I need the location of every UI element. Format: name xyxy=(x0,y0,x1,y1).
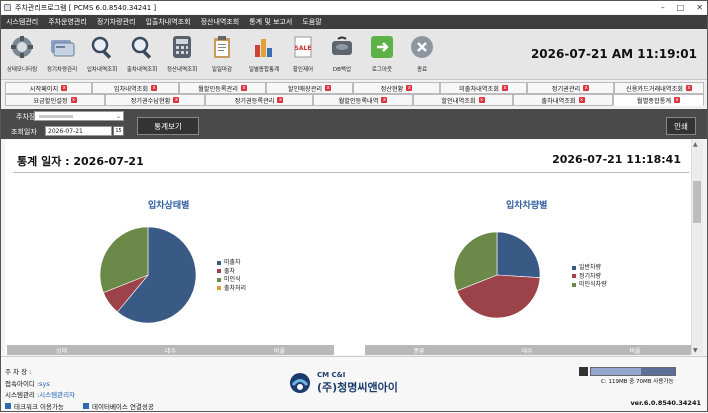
footer-user: 접속아이디 :sys xyxy=(5,380,50,388)
network-icon xyxy=(5,403,11,409)
legend-label: 미인식 xyxy=(224,276,241,283)
col-header: 상태 xyxy=(55,347,68,355)
legend-entry-status: 미출차 출차 미인식 출차처리 xyxy=(217,259,246,293)
legend-item: 출차처리 xyxy=(217,285,246,294)
legend-swatch xyxy=(217,260,221,265)
legend-label: 미인식차량 xyxy=(579,281,607,288)
legend-item: 정기차량 xyxy=(572,273,607,282)
legend-label: 출차 xyxy=(224,267,236,275)
col-header: 비율 xyxy=(273,347,286,355)
logo-icon xyxy=(290,373,310,393)
legend-label: 미출차 xyxy=(224,259,241,266)
disk-usage-fill xyxy=(591,368,641,375)
app-window: 주차관리프로그램 [ PCMS 6.0.8540.34241 ] – □ ✕ 시… xyxy=(0,0,708,412)
disk-usage-bar xyxy=(590,367,676,376)
legend-swatch xyxy=(217,277,221,282)
logo-company-name: (주)청명씨앤아이 xyxy=(317,381,398,394)
db-status: 데이터베이스 연결성공 xyxy=(83,401,154,411)
legend-item: 출차 xyxy=(217,268,246,277)
scroll-thumb[interactable] xyxy=(693,181,701,223)
legend-label: 출차처리 xyxy=(224,284,247,292)
disk-icon xyxy=(579,367,588,376)
legend-item: 미인식 xyxy=(217,276,246,285)
network-status: 테크워크 이용가능 xyxy=(5,401,64,411)
legend-swatch xyxy=(217,269,221,273)
legend-item: 일반차량 xyxy=(572,264,607,273)
version-label: ver.6.0.8540.34241 xyxy=(630,399,701,407)
table-header-entry-status: 상태 대수 비율 xyxy=(7,345,334,355)
legend-entry-vehicle: 일반차량 정기차량 미인식차량 xyxy=(572,264,607,290)
scroll-down-icon[interactable]: ▼ xyxy=(693,347,698,354)
legend-swatch xyxy=(572,274,576,278)
scrollbar[interactable] xyxy=(691,140,703,355)
pie-slice-일반차량 xyxy=(496,231,541,279)
legend-label: 일반차량 xyxy=(579,264,602,271)
legend-label: 정기차량 xyxy=(579,272,602,280)
col-header: 비율 xyxy=(629,347,641,355)
legend-swatch xyxy=(217,286,221,290)
col-header: 대수 xyxy=(164,347,177,355)
footer-parking: 주 차 장 : xyxy=(5,368,32,376)
company-logo: CM C&I (주)청명씨앤아이 xyxy=(289,371,398,395)
col-header: 종류 xyxy=(413,347,425,355)
legend-swatch xyxy=(572,282,576,287)
disk-usage-text: C: 119MB 중 70MB 사용가능 xyxy=(601,379,674,385)
scroll-up-icon[interactable]: ▲ xyxy=(693,141,698,148)
database-status-icon xyxy=(83,403,89,409)
col-header: 대수 xyxy=(521,347,533,355)
legend-item: 미출차 xyxy=(217,259,246,268)
logo-small-text: CM C&I xyxy=(317,371,346,379)
legend-swatch xyxy=(572,265,576,270)
footer-sysmgr: 시스템관리 :시스템관리자 xyxy=(5,391,76,399)
legend-item: 미인식차량 xyxy=(572,281,607,290)
table-header-entry-vehicle: 종류 대수 비율 xyxy=(365,345,691,355)
